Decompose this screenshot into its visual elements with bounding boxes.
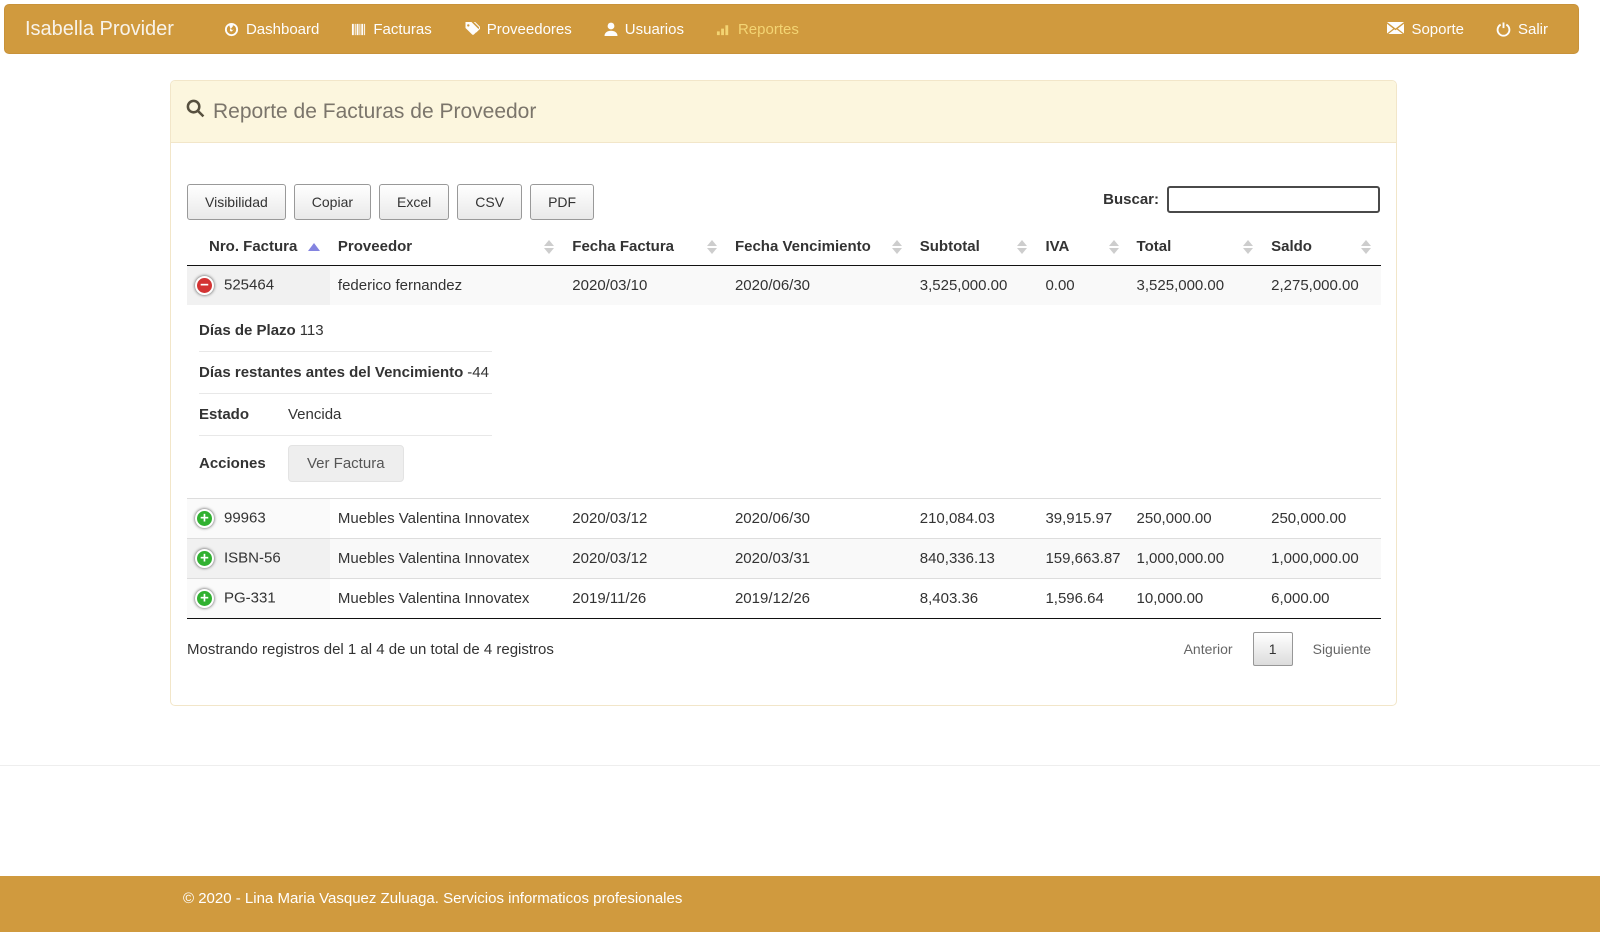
nav-item-label: Proveedores [487, 21, 572, 38]
nav-item-reportes[interactable]: Reportes [700, 6, 815, 53]
col-header-subtotal[interactable]: Subtotal [912, 228, 1038, 266]
col-header-fecha-vencimiento[interactable]: Fecha Vencimiento [727, 228, 912, 266]
col-header-saldo[interactable]: Saldo [1263, 228, 1381, 266]
nav-item-label: Dashboard [246, 21, 319, 38]
sort-both-icon [1243, 240, 1253, 254]
nav-item-label: Salir [1518, 21, 1548, 38]
next-page-button[interactable]: Siguiente [1303, 633, 1381, 665]
csv-button[interactable]: CSV [457, 184, 522, 220]
nav-item-soporte[interactable]: Soporte [1371, 6, 1480, 53]
navbar: Isabella Provider Dashboard Facturas Pro… [4, 4, 1579, 54]
search-area: Buscar: [1103, 186, 1380, 213]
expand-row-icon[interactable]: + [195, 549, 214, 568]
user-icon [604, 22, 618, 37]
col-header-total[interactable]: Total [1129, 228, 1264, 266]
detail-item-dias-restantes: Días restantes antes del Vencimiento-44 [199, 352, 492, 394]
panel-heading: Reporte de Facturas de Proveedor [171, 81, 1396, 143]
nav-item-label: Facturas [373, 21, 431, 38]
search-input[interactable] [1167, 186, 1380, 213]
nav-item-facturas[interactable]: Facturas [335, 6, 447, 53]
detail-item-acciones: AccionesVer Factura [199, 436, 492, 492]
invoices-table: Nro. Factura Proveedor Fecha Factura Fec… [187, 228, 1381, 619]
sort-both-icon [544, 240, 554, 254]
panel-body: Visibilidad Copiar Excel CSV PDF Buscar: [171, 143, 1396, 705]
search-icon [186, 99, 205, 124]
expand-row-icon[interactable]: + [195, 509, 214, 528]
sort-both-icon [892, 240, 902, 254]
bar-chart-icon [716, 22, 731, 37]
row-detail-list: Días de Plazo113 Días restantes antes de… [199, 310, 1373, 492]
table-header-row: Nro. Factura Proveedor Fecha Factura Fec… [187, 228, 1381, 266]
table-footer: Mostrando registros del 1 al 4 de un tot… [187, 619, 1381, 666]
detail-item-dias-plazo: Días de Plazo113 [199, 310, 492, 352]
nav-item-proveedores[interactable]: Proveedores [448, 6, 588, 53]
previous-page-button[interactable]: Anterior [1174, 633, 1243, 665]
visibility-button[interactable]: Visibilidad [187, 184, 286, 220]
page-footer: © 2020 - Lina Maria Vasquez Zuluaga. Ser… [0, 876, 1600, 932]
page-title: Reporte de Facturas de Proveedor [213, 100, 536, 124]
status-value: Vencida [288, 406, 341, 423]
power-icon [1496, 22, 1511, 37]
sort-both-icon [707, 240, 717, 254]
expand-row-icon[interactable]: + [195, 589, 214, 608]
excel-button[interactable]: Excel [379, 184, 449, 220]
tags-icon [464, 21, 480, 37]
report-panel: Reporte de Facturas de Proveedor Visibil… [170, 80, 1397, 706]
nav-item-label: Soporte [1411, 21, 1464, 38]
table-row[interactable]: +ISBN-56 Muebles Valentina Innovatex 202… [187, 539, 1381, 579]
table-row[interactable]: +PG-331 Muebles Valentina Innovatex 2019… [187, 579, 1381, 619]
nav-item-salir[interactable]: Salir [1480, 6, 1564, 53]
barcode-icon [351, 22, 366, 37]
nav-item-usuarios[interactable]: Usuarios [588, 6, 700, 53]
sort-both-icon [1109, 240, 1119, 254]
sort-both-icon [1361, 240, 1371, 254]
search-label: Buscar: [1103, 191, 1159, 208]
sort-both-icon [1017, 240, 1027, 254]
export-buttons: Visibilidad Copiar Excel CSV PDF [187, 184, 594, 220]
col-header-iva[interactable]: IVA [1037, 228, 1128, 266]
nav-item-dashboard[interactable]: Dashboard [208, 6, 335, 53]
collapse-row-icon[interactable]: − [195, 276, 214, 295]
main-content: Reporte de Facturas de Proveedor Visibil… [170, 80, 1397, 706]
sort-asc-icon [308, 243, 320, 251]
pagination: Anterior 1 Siguiente [1174, 632, 1381, 666]
ver-factura-button[interactable]: Ver Factura [288, 445, 404, 482]
copy-button[interactable]: Copiar [294, 184, 371, 220]
copyright-text: © 2020 - Lina Maria Vasquez Zuluaga. Ser… [183, 890, 682, 907]
col-header-nro-factura[interactable]: Nro. Factura [187, 228, 330, 266]
pdf-button[interactable]: PDF [530, 184, 594, 220]
envelope-icon [1387, 22, 1404, 36]
nav-right: Soporte Salir [1371, 6, 1564, 53]
table-row[interactable]: +99963 Muebles Valentina Innovatex 2020/… [187, 499, 1381, 539]
current-page-button[interactable]: 1 [1253, 632, 1293, 666]
table-row[interactable]: −525464 federico fernandez 2020/03/10 20… [187, 266, 1381, 306]
nav-item-label: Reportes [738, 21, 799, 38]
table-toolbar: Visibilidad Copiar Excel CSV PDF Buscar: [187, 184, 1380, 220]
dashboard-icon [224, 22, 239, 37]
row-detail: Días de Plazo113 Días restantes antes de… [187, 305, 1381, 499]
col-header-proveedor[interactable]: Proveedor [330, 228, 564, 266]
page-divider [0, 765, 1600, 766]
col-header-fecha-factura[interactable]: Fecha Factura [564, 228, 727, 266]
records-info: Mostrando registros del 1 al 4 de un tot… [187, 641, 554, 658]
brand: Isabella Provider [25, 18, 174, 41]
nav-item-label: Usuarios [625, 21, 684, 38]
detail-item-estado: EstadoVencida [199, 394, 492, 436]
nav-menu: Dashboard Facturas Proveedores Usuarios … [208, 6, 1371, 53]
